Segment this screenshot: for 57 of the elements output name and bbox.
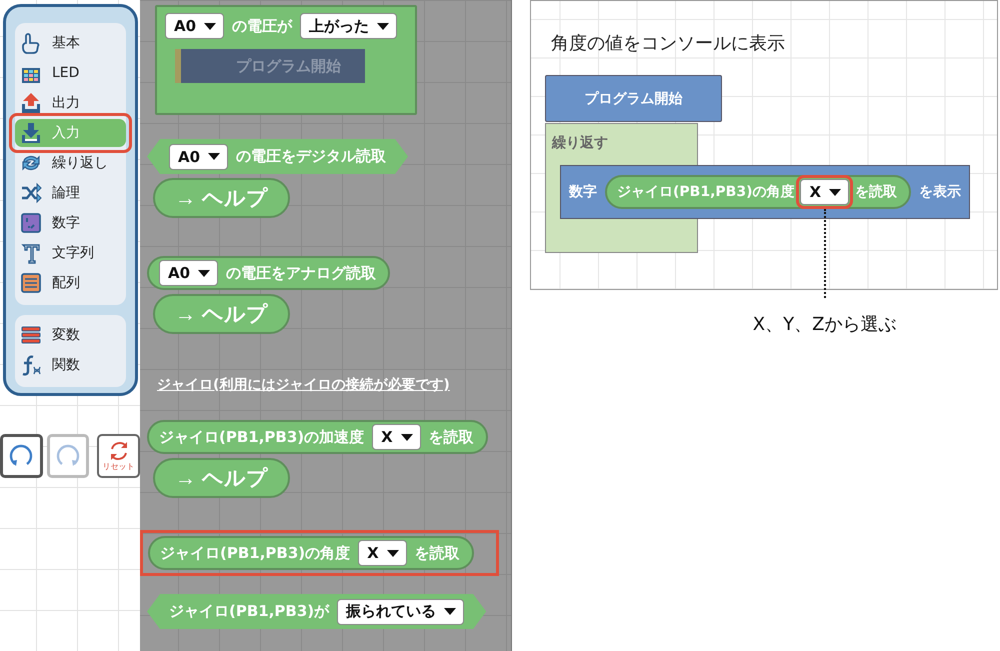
block-label: ジャイロ(PB1,PB3)が — [169, 602, 330, 621]
block-label: ジャイロ(PB1,PB3)の角度 — [160, 544, 350, 562]
function-icon — [20, 354, 42, 376]
caret-icon — [444, 608, 456, 615]
value-block[interactable]: ジャイロ(PB1,PB3)の加速度 X を読取 — [147, 420, 488, 454]
block-label: の電圧が — [232, 16, 292, 36]
value-block[interactable]: ジャイロ(PB1,PB3)の角度 X を読取 — [148, 536, 474, 570]
note-text: X、Y、Zから選ぶ — [752, 313, 896, 336]
start-block: プログラム開始 — [545, 75, 722, 122]
block-label: の電圧をデジタル読取 — [236, 147, 386, 166]
block-label: 数字 — [569, 183, 597, 201]
block-label: を読取 — [428, 428, 474, 446]
t-letter-icon — [20, 242, 42, 264]
reset-button[interactable]: リセット — [97, 434, 140, 478]
caret-icon — [208, 153, 220, 160]
upload-tray-icon — [20, 92, 42, 114]
value-block[interactable]: A0 の電圧をアナログ読取 — [147, 256, 390, 290]
caret-icon — [386, 550, 399, 556]
category-item[interactable]: 配列 — [15, 269, 126, 297]
ghost-block: プログラム開始 — [175, 49, 365, 83]
category-item[interactable]: 基本 — [15, 29, 126, 57]
category-item[interactable]: 出力 — [15, 89, 126, 117]
stacked-bars-icon — [20, 324, 42, 346]
undo-button[interactable] — [0, 434, 43, 478]
caret-icon — [829, 188, 842, 196]
caret-icon — [400, 434, 413, 440]
number-tile-icon — [20, 212, 42, 234]
block-label: を表示 — [919, 183, 962, 201]
caret-icon — [198, 270, 210, 276]
category-item[interactable]: 関数 — [15, 351, 126, 379]
category-item[interactable]: 変数 — [15, 321, 126, 349]
hand-icon — [20, 32, 42, 54]
event-block[interactable]: A0 の電圧が 上がった プログラム開始 — [155, 5, 417, 115]
list-sheet-icon — [20, 272, 42, 294]
block-label: を読取 — [855, 183, 898, 201]
dropdown[interactable]: A0 — [165, 13, 224, 39]
category-item[interactable]: LED — [15, 59, 126, 87]
condition-block[interactable]: A0 の電圧をデジタル読取 — [147, 139, 408, 174]
caret-icon — [204, 22, 216, 30]
block-label: ジャイロ(PB1,PB3)の加速度 — [159, 428, 364, 446]
caret-icon — [377, 22, 390, 30]
download-tray-icon — [20, 122, 42, 144]
category-item[interactable]: 論理 — [15, 179, 126, 207]
dropdown[interactable]: 上がった — [300, 13, 398, 39]
dropdown[interactable]: X — [372, 424, 421, 450]
example-title: 角度の値をコンソールに表示 — [551, 32, 786, 56]
block-label: を読取 — [414, 544, 460, 562]
dropdown[interactable]: 振られている — [337, 598, 464, 624]
category-item[interactable]: 数字 — [15, 209, 126, 237]
shuffle-icon — [20, 182, 42, 204]
dropdown[interactable]: A0 — [169, 144, 228, 170]
condition-block[interactable]: ジャイロ(PB1,PB3)が 振られている — [147, 594, 486, 629]
category-item[interactable]: 文字列 — [15, 239, 126, 267]
category-item[interactable]: 繰り返し — [15, 149, 126, 177]
dropdown[interactable]: X — [358, 540, 407, 566]
block-label: の電圧をアナログ読取 — [226, 264, 376, 282]
dropdown[interactable]: A0 — [159, 260, 218, 286]
